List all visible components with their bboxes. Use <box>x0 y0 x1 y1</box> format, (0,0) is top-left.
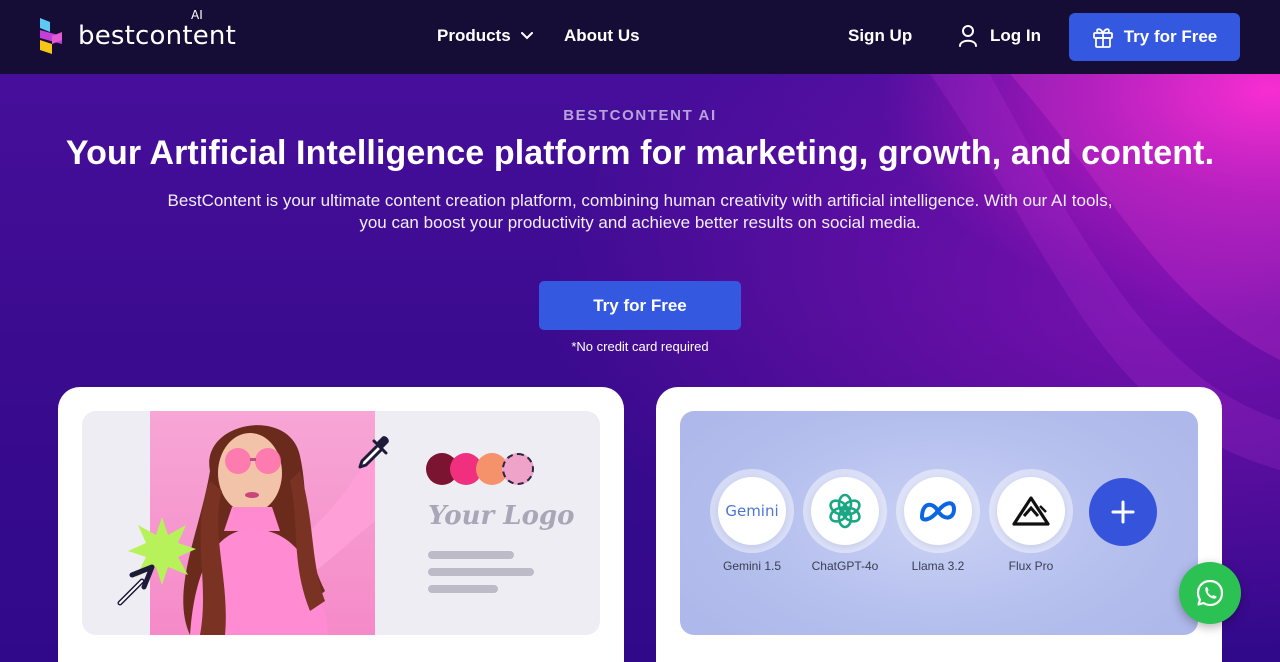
text-placeholder-bar <box>428 585 498 593</box>
nav-about-label: About Us <box>564 26 640 45</box>
chevron-down-icon <box>520 32 533 40</box>
gemini-logo-text: Gemini <box>725 502 779 520</box>
hero-subtitle: BestContent is your ultimate content cre… <box>140 190 1140 234</box>
cursor-arrow-icon <box>117 564 155 606</box>
chatgpt-icon <box>829 493 861 529</box>
hero-headline: Your Artificial Intelligence platform fo… <box>65 134 1215 172</box>
try-nav-label: Try for Free <box>1123 27 1218 46</box>
model-flux[interactable]: Flux Pro <box>988 469 1074 573</box>
login-link[interactable]: Log In <box>958 25 1041 47</box>
top-navigation: bestcontent AI Products About Us Sign Up… <box>0 0 1280 74</box>
model-gemini-ring: Gemini <box>710 469 794 553</box>
try-hero-label: Try for Free <box>593 295 687 315</box>
gift-icon <box>1092 28 1113 48</box>
model-flux-ring <box>989 469 1073 553</box>
model-gemini-label: Gemini 1.5 <box>722 559 782 573</box>
model-flux-label: Flux Pro <box>1008 559 1054 573</box>
add-model-button[interactable] <box>1089 478 1157 546</box>
plus-icon <box>1111 500 1135 524</box>
ai-models-feature-card: Gemini Gemini 1.5 ChatGPT-4o Llama 3.2 F… <box>656 387 1222 662</box>
model-chatgpt-label: ChatGPT-4o <box>811 559 879 573</box>
model-flux-badge <box>997 477 1065 545</box>
model-chatgpt[interactable]: ChatGPT-4o <box>802 469 888 573</box>
try-for-free-hero-button[interactable]: Try for Free <box>539 281 741 330</box>
model-llama[interactable]: Llama 3.2 <box>895 469 981 573</box>
hero-eyebrow: BESTCONTENT AI <box>563 107 717 124</box>
whatsapp-icon <box>1196 579 1224 607</box>
ai-models-panel: Gemini Gemini 1.5 ChatGPT-4o Llama 3.2 F… <box>680 411 1198 635</box>
brand-suffix: AI <box>191 8 203 22</box>
color-picker-icon <box>358 436 389 469</box>
login-label: Log In <box>990 26 1041 45</box>
model-chatgpt-ring <box>803 469 887 553</box>
nav-products[interactable]: Products <box>437 26 533 46</box>
nav-about-us[interactable]: About Us <box>564 26 640 46</box>
swatch-light-pink[interactable] <box>502 453 534 485</box>
hero-subtitle-line-1: BestContent is your ultimate content cre… <box>167 191 1113 210</box>
text-placeholder-bar <box>428 551 514 559</box>
design-preview-panel: Your Logo <box>82 411 600 635</box>
logo-placeholder-text: Your Logo <box>428 501 575 531</box>
whatsapp-chat-button[interactable] <box>1179 562 1241 624</box>
model-llama-label: Llama 3.2 <box>911 559 965 573</box>
try-for-free-nav-button[interactable]: Try for Free <box>1069 13 1240 61</box>
brand-name: bestcontent <box>78 21 236 51</box>
model-llama-badge <box>904 477 972 545</box>
gemini-icon: Gemini <box>718 477 786 545</box>
hero-subtitle-line-2: you can boost your productivity and achi… <box>359 213 921 232</box>
signup-link[interactable]: Sign Up <box>848 26 912 46</box>
no-credit-card-note: *No credit card required <box>571 339 709 354</box>
brand-logo[interactable]: bestcontent <box>38 18 236 54</box>
model-chatgpt-badge <box>811 477 879 545</box>
signup-label: Sign Up <box>848 26 913 45</box>
meta-icon <box>920 501 956 522</box>
user-icon <box>959 25 977 47</box>
model-gemini[interactable]: Gemini Gemini 1.5 <box>709 469 795 573</box>
flux-icon <box>1012 496 1050 526</box>
design-feature-card: Your Logo <box>58 387 624 662</box>
model-llama-ring <box>896 469 980 553</box>
brand-mark-icon <box>40 18 62 54</box>
nav-products-label: Products <box>437 26 511 45</box>
text-placeholder-bar <box>428 568 534 576</box>
